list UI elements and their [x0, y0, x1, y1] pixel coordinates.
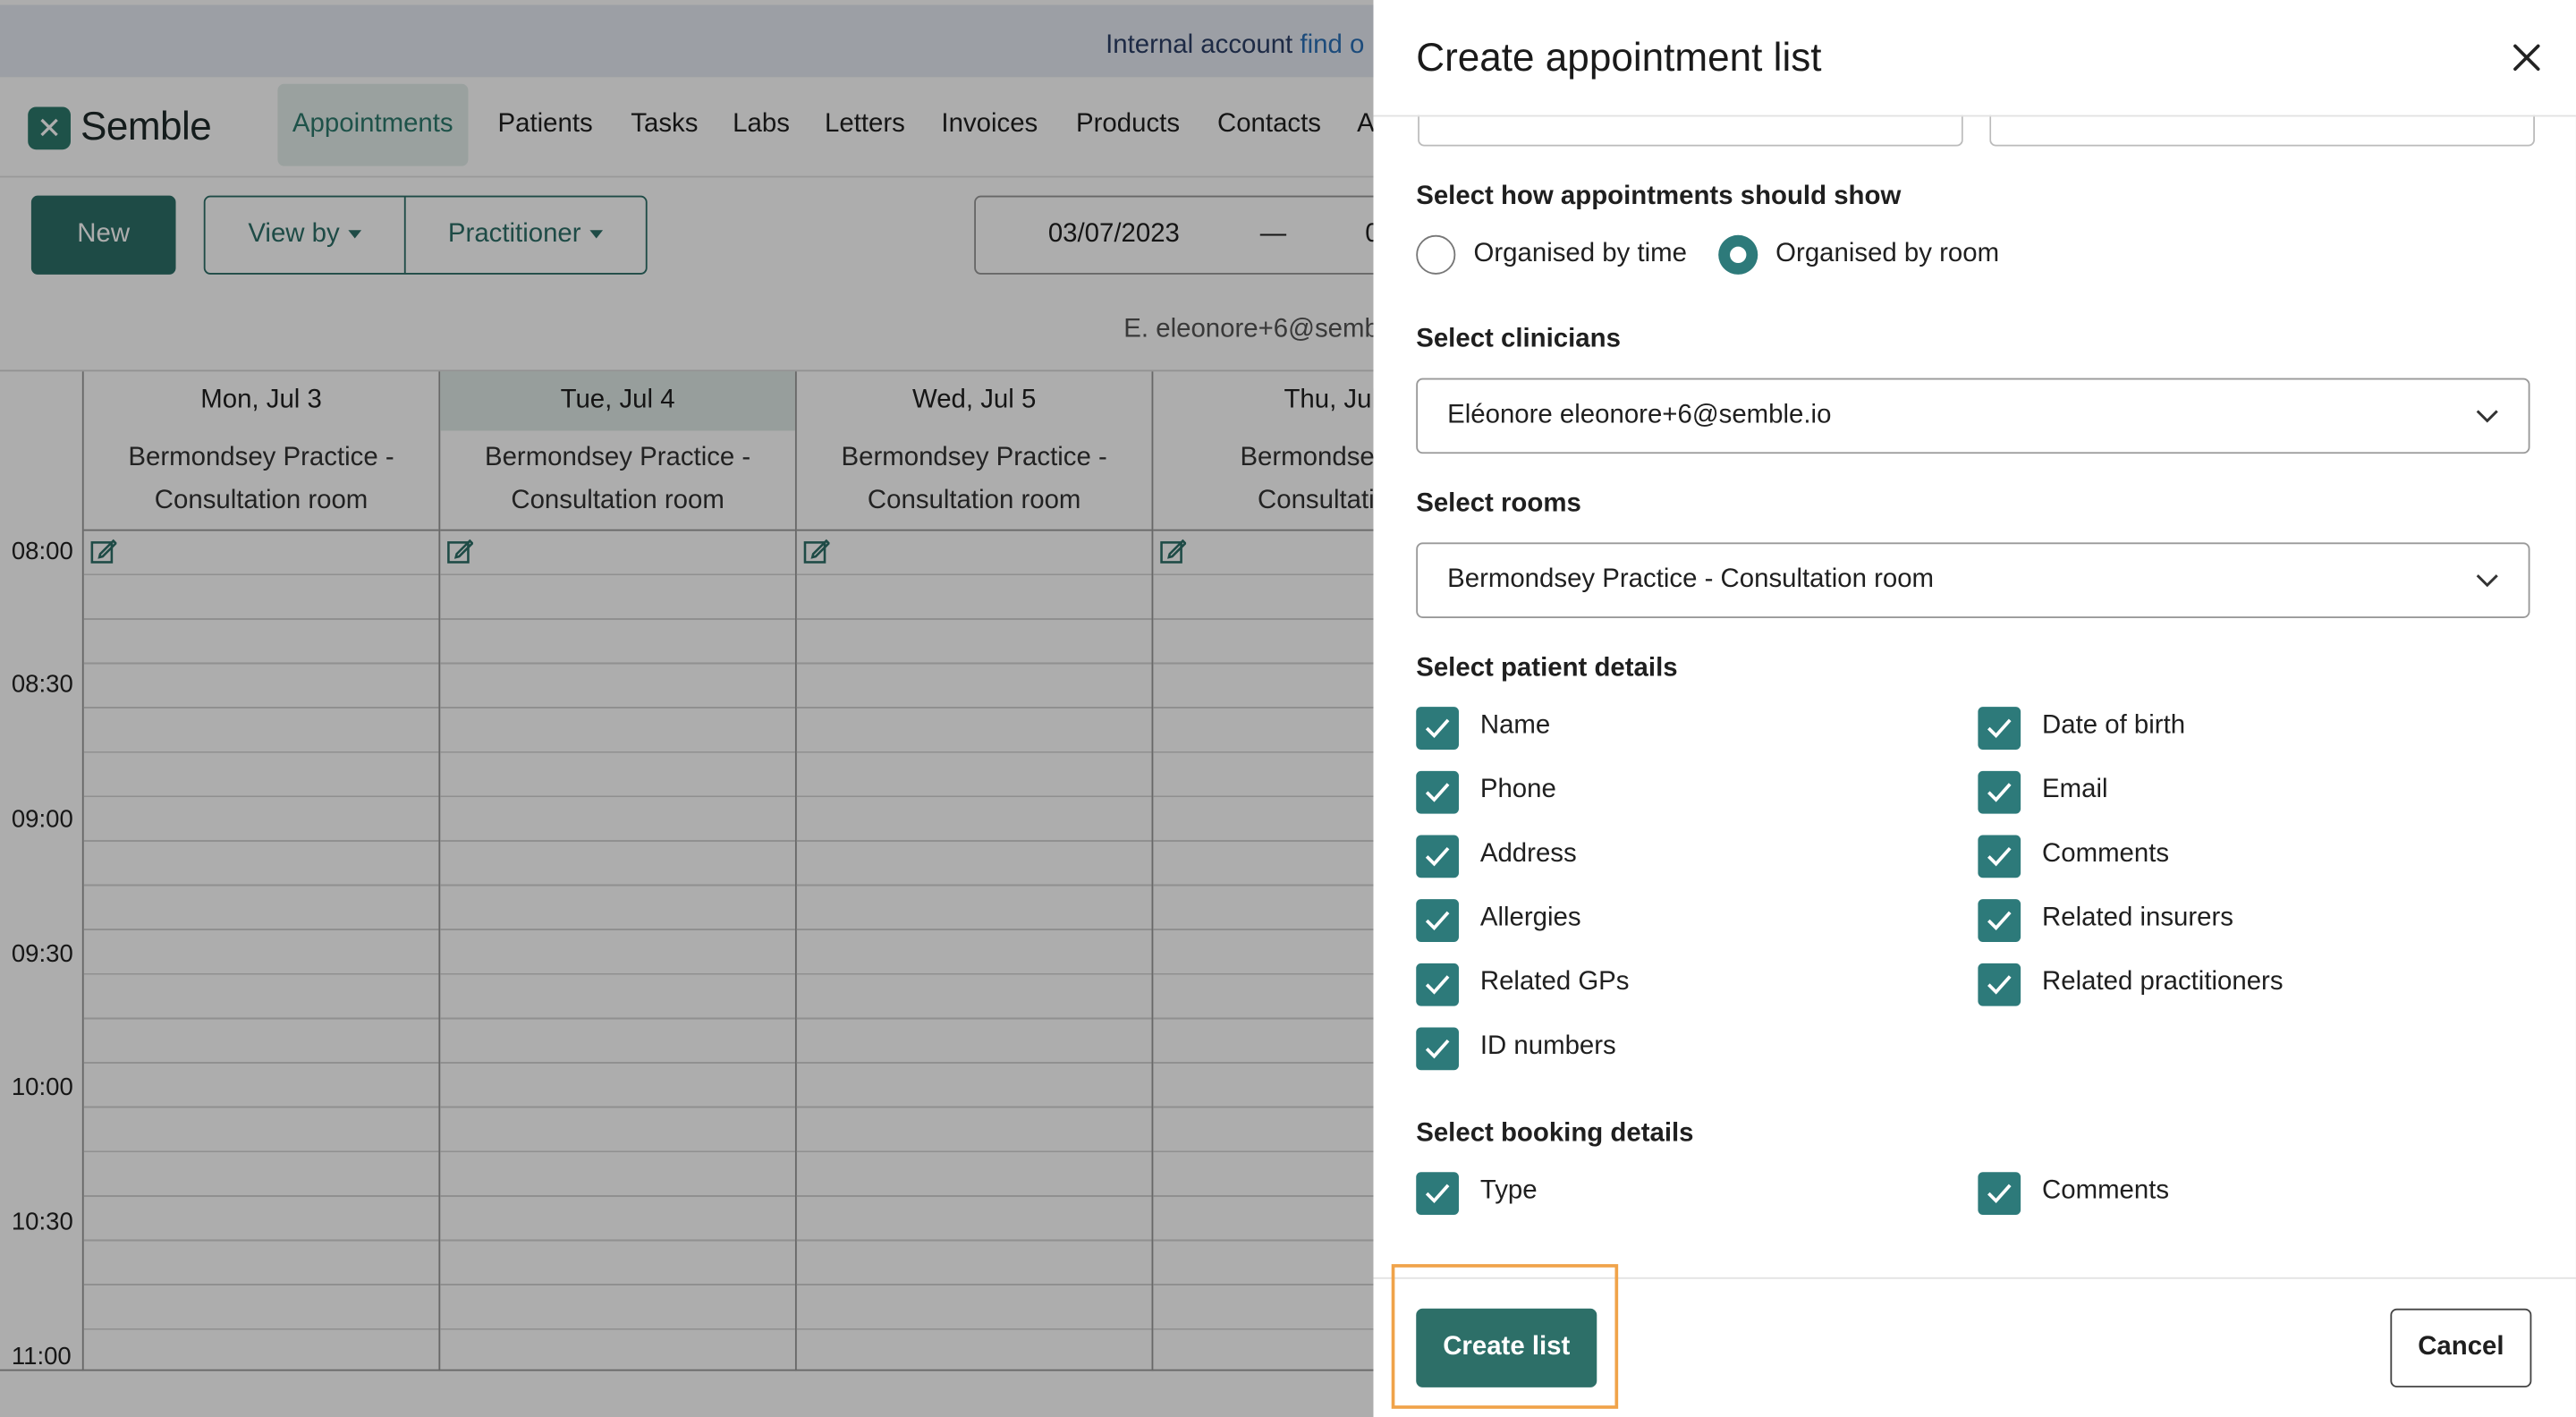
close-icon[interactable] — [2510, 41, 2543, 74]
checkbox-label: Type — [1479, 1176, 1538, 1205]
check-icon — [1987, 1184, 2012, 1204]
checkbox-label: Comments — [2042, 840, 2170, 869]
checkbox-label: Email — [2042, 776, 2108, 804]
checkbox-label: Date of birth — [2042, 711, 2186, 740]
modal-header: Create appointment list — [1373, 0, 2576, 115]
check-icon — [1987, 783, 2012, 802]
checkbox-name[interactable] — [1416, 707, 1459, 750]
checkbox-related-insurers[interactable] — [1978, 899, 2021, 942]
radio-label-time: Organised by time — [1473, 240, 1688, 268]
create-appointment-list-modal: Create appointment list Select how appoi… — [1373, 0, 2576, 1417]
checkbox-label: Phone — [1479, 776, 1556, 804]
checkbox-label: Name — [1479, 711, 1551, 740]
checkbox-label: Comments — [2042, 1176, 2170, 1205]
rooms-select[interactable]: Bermondsey Practice - Consultation room — [1416, 542, 2530, 618]
clinicians-select[interactable]: Eléonore eleonore+6@semble.io — [1416, 378, 2530, 454]
header-divider — [1373, 115, 2576, 117]
check-icon — [1987, 846, 2012, 867]
check-icon — [1987, 718, 2012, 738]
checkbox-label: Related insurers — [2042, 904, 2233, 932]
chevron-down-icon — [2476, 574, 2498, 588]
radio-label-room: Organised by room — [1775, 240, 2000, 268]
checkbox-id-numbers[interactable] — [1416, 1027, 1459, 1071]
check-icon — [1425, 718, 1450, 738]
modal-title: Create appointment list — [1416, 36, 1822, 81]
checkbox-address[interactable] — [1416, 835, 1459, 878]
checkbox-type[interactable] — [1416, 1172, 1459, 1215]
checkbox-label: Related practitioners — [2042, 968, 2284, 997]
checkbox-label: Allergies — [1479, 904, 1581, 932]
checkbox-label: Address — [1479, 840, 1577, 869]
checkbox-label: Related GPs — [1479, 968, 1630, 997]
rooms-value: Bermondsey Practice - Consultation room — [1447, 565, 1935, 594]
check-icon — [1425, 1184, 1450, 1204]
checkbox-booking-comments[interactable] — [1978, 1172, 2021, 1215]
patient-section-title: Select patient details — [1416, 654, 1678, 683]
create-list-button[interactable]: Create list — [1416, 1308, 1597, 1387]
check-icon — [1425, 846, 1450, 867]
check-icon — [1425, 975, 1450, 995]
checkbox-related-practitioners[interactable] — [1978, 963, 2021, 1006]
checkbox-email[interactable] — [1978, 770, 2021, 814]
check-icon — [1987, 911, 2012, 930]
checkbox-label: ID numbers — [1479, 1032, 1616, 1061]
chevron-down-icon — [2476, 410, 2498, 423]
check-icon — [1987, 975, 2012, 995]
cancel-button[interactable]: Cancel — [2390, 1308, 2532, 1387]
checkbox-date-of-birth[interactable] — [1978, 707, 2021, 750]
show-section-title: Select how appointments should show — [1416, 182, 1902, 211]
clinicians-section-title: Select clinicians — [1416, 325, 1621, 354]
check-icon — [1425, 911, 1450, 930]
check-icon — [1425, 1039, 1450, 1059]
rooms-section-title: Select rooms — [1416, 489, 1581, 518]
checkbox-phone[interactable] — [1416, 770, 1459, 814]
checkbox-allergies[interactable] — [1416, 899, 1459, 942]
booking-section-title: Select booking details — [1416, 1119, 1694, 1148]
clinicians-value: Eléonore eleonore+6@semble.io — [1447, 401, 1832, 429]
show-radio-group: Organised by time Organised by room — [1416, 234, 2030, 275]
check-icon — [1425, 783, 1450, 802]
radio-organised-by-time[interactable] — [1416, 234, 1456, 275]
checkbox-related-gps[interactable] — [1416, 963, 1459, 1006]
checkbox-comments[interactable] — [1978, 835, 2021, 878]
radio-organised-by-room[interactable] — [1717, 234, 1758, 275]
